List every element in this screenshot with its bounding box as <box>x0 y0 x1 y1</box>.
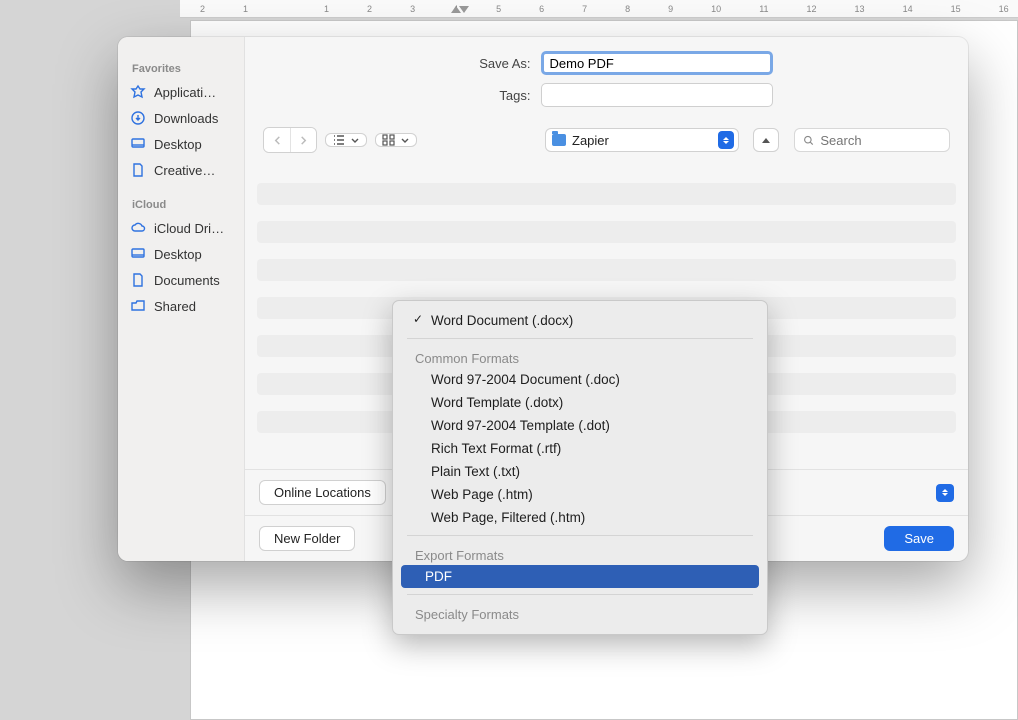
updown-icon <box>936 484 954 502</box>
toolbar: Zapier <box>245 121 968 159</box>
location-popup[interactable]: Zapier <box>545 128 739 152</box>
format-option-htm[interactable]: Web Page (.htm) <box>407 483 753 506</box>
format-option-htm-filtered[interactable]: Web Page, Filtered (.htm) <box>407 506 753 529</box>
download-icon <box>130 110 146 126</box>
format-option-dotx[interactable]: Word Template (.dotx) <box>407 391 753 414</box>
format-option-pdf[interactable]: PDF <box>401 565 759 588</box>
view-grid-button[interactable] <box>375 133 417 147</box>
back-button[interactable] <box>264 128 290 152</box>
search-field[interactable] <box>794 128 950 152</box>
menu-group-common: Common Formats <box>407 345 753 368</box>
sidebar-item-shared[interactable]: Shared <box>118 293 244 319</box>
search-input[interactable] <box>820 133 941 148</box>
new-folder-button[interactable]: New Folder <box>259 526 355 551</box>
file-format-menu[interactable]: Word Document (.docx) Common Formats Wor… <box>392 300 768 635</box>
sidebar-favorites-header: Favorites <box>118 55 244 79</box>
sidebar-item-icloud-desktop[interactable]: Desktop <box>118 241 244 267</box>
format-option-doc[interactable]: Word 97-2004 Document (.doc) <box>407 368 753 391</box>
sidebar-item-label: Creative… <box>154 163 215 178</box>
shared-icon <box>130 298 146 314</box>
sidebar-item-label: Desktop <box>154 137 202 152</box>
forward-button[interactable] <box>290 128 316 152</box>
document-icon <box>130 162 146 178</box>
format-option-dot[interactable]: Word 97-2004 Template (.dot) <box>407 414 753 437</box>
location-label: Zapier <box>572 133 712 148</box>
sidebar-item-downloads[interactable]: Downloads <box>118 105 244 131</box>
tags-label: Tags: <box>441 88 541 103</box>
format-option-rtf[interactable]: Rich Text Format (.rtf) <box>407 437 753 460</box>
menu-group-specialty: Specialty Formats <box>407 601 753 624</box>
sidebar: Favorites Applicati… Downloads Desktop C… <box>118 37 245 561</box>
header-fields: Save As: Tags: <box>245 37 968 121</box>
sidebar-item-desktop[interactable]: Desktop <box>118 131 244 157</box>
view-list-button[interactable] <box>325 133 367 147</box>
desktop-icon <box>130 136 146 152</box>
desktop-icon <box>130 246 146 262</box>
apps-icon <box>130 84 146 100</box>
tags-input[interactable] <box>541 83 773 107</box>
search-icon <box>803 134 814 147</box>
sidebar-item-label: Documents <box>154 273 220 288</box>
sidebar-icloud-header: iCloud <box>118 191 244 215</box>
format-option-docx[interactable]: Word Document (.docx) <box>407 309 753 332</box>
sidebar-item-icloud-drive[interactable]: iCloud Dri… <box>118 215 244 241</box>
save-as-input[interactable] <box>541 51 773 75</box>
sidebar-item-label: Shared <box>154 299 196 314</box>
file-row[interactable] <box>257 183 956 205</box>
updown-icon <box>718 131 734 149</box>
sidebar-item-label: Downloads <box>154 111 218 126</box>
document-icon <box>130 272 146 288</box>
sidebar-item-label: Desktop <box>154 247 202 262</box>
sidebar-item-label: Applicati… <box>154 85 216 100</box>
cloud-icon <box>130 220 146 236</box>
format-option-txt[interactable]: Plain Text (.txt) <box>407 460 753 483</box>
save-button[interactable]: Save <box>884 526 954 551</box>
sidebar-item-creative[interactable]: Creative… <box>118 157 244 183</box>
collapse-button[interactable] <box>753 128 779 152</box>
online-locations-button[interactable]: Online Locations <box>259 480 386 505</box>
ruler: 21123456789101112131415161718 <box>180 0 1018 18</box>
file-row[interactable] <box>257 221 956 243</box>
sidebar-item-documents[interactable]: Documents <box>118 267 244 293</box>
nav-buttons <box>263 127 317 153</box>
sidebar-item-applications[interactable]: Applicati… <box>118 79 244 105</box>
file-row[interactable] <box>257 259 956 281</box>
save-as-label: Save As: <box>441 56 541 71</box>
folder-icon <box>552 134 566 146</box>
indent-marker-bottom-icon[interactable] <box>459 6 469 13</box>
sidebar-item-label: iCloud Dri… <box>154 221 224 236</box>
menu-group-export: Export Formats <box>407 542 753 565</box>
